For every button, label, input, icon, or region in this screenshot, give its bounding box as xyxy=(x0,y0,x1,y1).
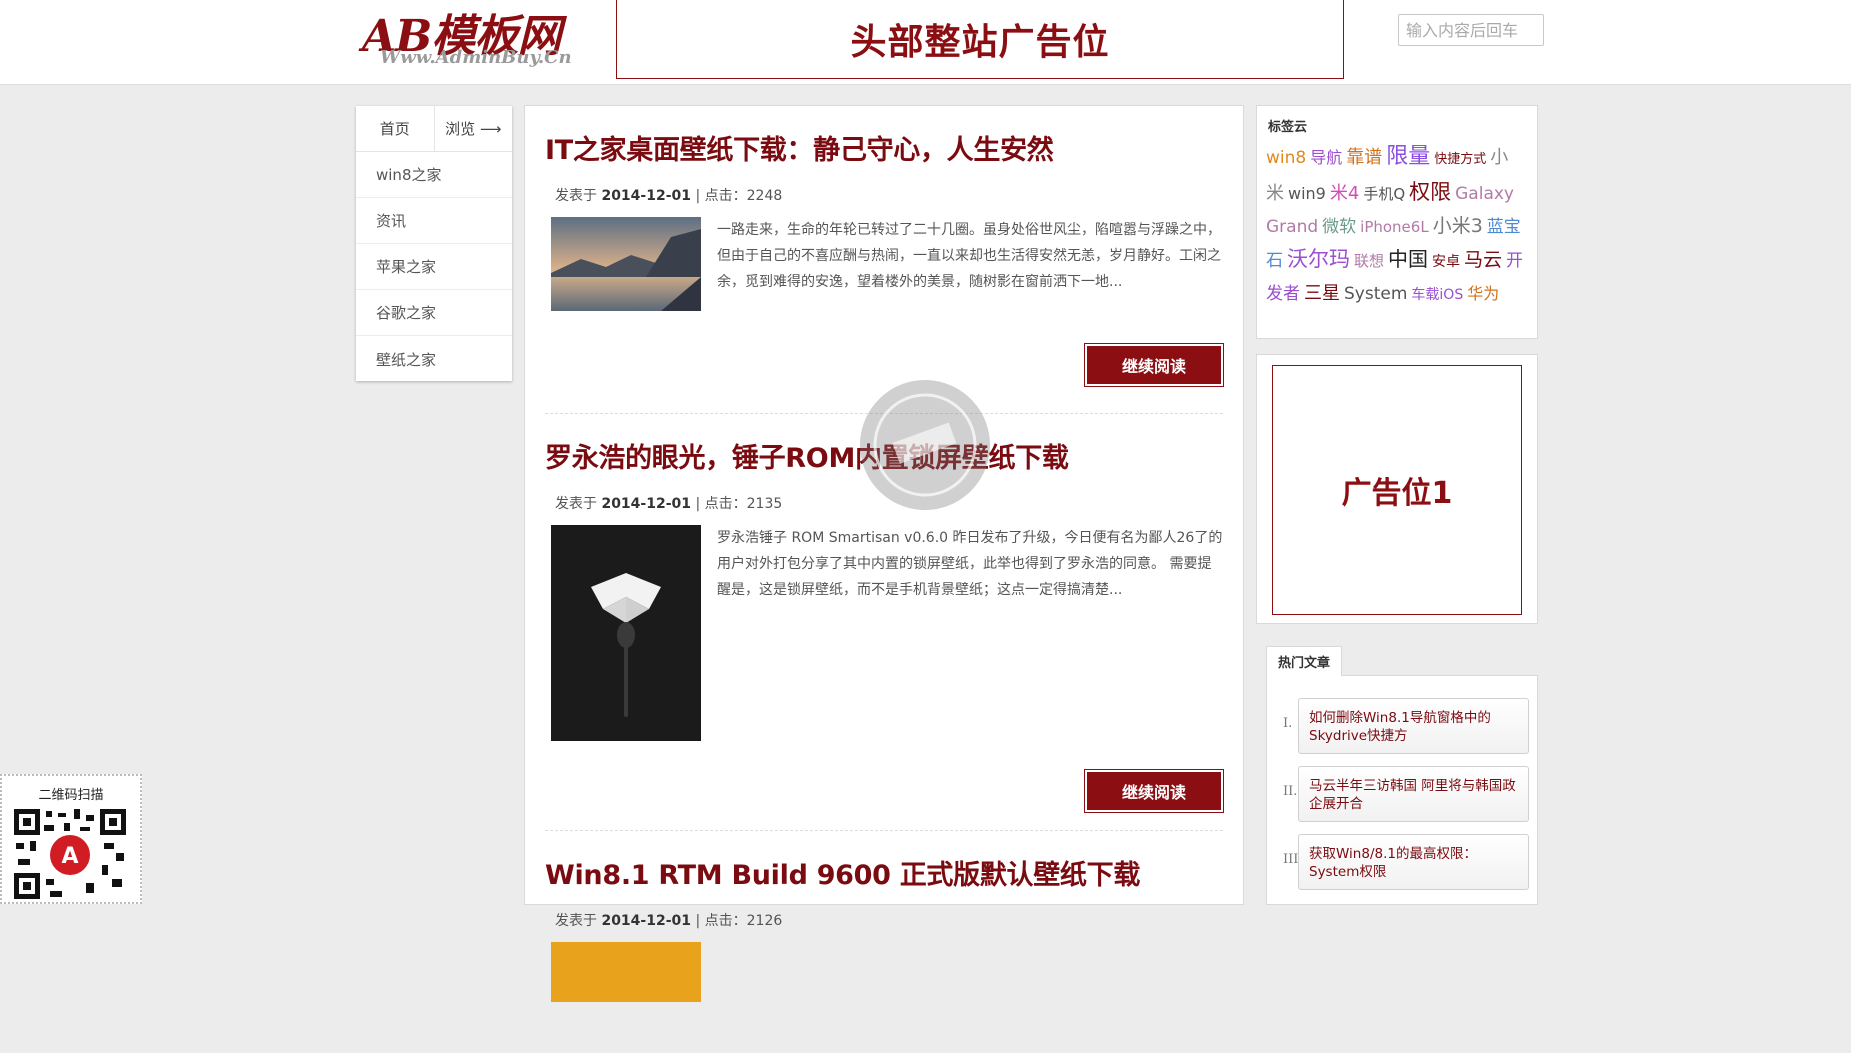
logo-subtitle: Www.AdminBuy.Cn xyxy=(380,47,572,68)
article-summary: 一路走来，生命的年轮已转过了二十几圈。虽身处俗世风尘，陷喧嚣与浮躁之中，但由于自… xyxy=(717,222,1221,290)
nav-item-news[interactable]: 资讯 xyxy=(356,198,512,244)
tag-link[interactable]: 小米3 xyxy=(1433,215,1483,237)
qr-code-widget[interactable]: 二维码扫描 A xyxy=(0,774,142,904)
nav-browse-link[interactable]: 浏览 ⟶ xyxy=(433,106,513,151)
tag-link[interactable]: 靠谱 xyxy=(1346,147,1382,168)
hot-articles-list: I. 如何删除Win8.1导航窗格中的Skydrive快捷方 II. 马云半年三… xyxy=(1266,675,1538,905)
tag-link[interactable]: 马云 xyxy=(1464,249,1502,271)
qr-code-label: 二维码扫描 xyxy=(38,788,104,803)
click-count: 2135 xyxy=(746,496,783,512)
read-more-button[interactable]: 继续阅读 xyxy=(1084,769,1224,813)
clicks-label: 点击： xyxy=(704,913,747,929)
tag-cloud-card: 标签云 win8 导航 靠谱 限量 快捷方式 小米 win9 米4 手机Q 权限 Galaxy Gr… xyxy=(1256,105,1538,339)
tag-link[interactable]: win9 xyxy=(1288,184,1326,203)
article-date: 2014-12-01 xyxy=(601,496,692,512)
tag-link[interactable]: 导航 xyxy=(1310,148,1342,167)
article-meta: 发表于 2014-12-01 | 点击：2126 xyxy=(555,910,1223,930)
tag-link[interactable]: 微软 xyxy=(1322,217,1356,237)
article-date: 2014-12-01 xyxy=(601,188,692,204)
hot-article-item: II. 马云半年三访韩国 阿里将与韩国政企展开合 xyxy=(1267,766,1539,826)
article-title[interactable]: Win8.1 RTM Build 9600 正式版默认壁纸下载 xyxy=(545,853,1223,892)
article-body: 罗永浩锤子 ROM Smartisan v0.6.0 昨日发布了升级，今日便有名… xyxy=(545,525,1223,741)
header-ad-banner[interactable]: 头部整站广告位 xyxy=(616,0,1344,79)
article-body: 一路走来，生命的年轮已转过了二十几圈。虽身处俗世风尘，陷喧嚣与浮躁之中，但由于自… xyxy=(545,217,1223,311)
nav-item-google[interactable]: 谷歌之家 xyxy=(356,290,512,336)
hot-article-number: II. xyxy=(1283,784,1298,799)
sidebar-ad-banner[interactable]: 广告位1 xyxy=(1272,365,1522,615)
click-count: 2248 xyxy=(746,188,783,204)
site-header: AB模板网 Www.AdminBuy.Cn 头部整站广告位 xyxy=(0,0,1851,85)
nav-home-link[interactable]: 首页 xyxy=(356,106,434,151)
tag-link[interactable]: 权限 xyxy=(1409,180,1451,204)
hot-article-number: I. xyxy=(1283,716,1293,731)
hot-article-link[interactable]: 马云半年三访韩国 阿里将与韩国政企展开合 xyxy=(1298,766,1529,822)
tag-link[interactable]: 手机Q xyxy=(1363,185,1405,203)
clicks-label: 点击： xyxy=(704,496,747,512)
tag-link[interactable]: 沃尔玛 xyxy=(1287,247,1350,271)
search-input[interactable] xyxy=(1398,14,1544,46)
tag-link[interactable]: iPhone6L xyxy=(1360,218,1429,236)
sidebar-ad-text: 广告位1 xyxy=(1341,476,1453,511)
site-logo[interactable]: AB模板网 Www.AdminBuy.Cn xyxy=(362,0,592,72)
article-thumbnail[interactable] xyxy=(551,217,701,311)
sidebar-ad-card: 广告位1 xyxy=(1256,354,1538,624)
article-item: IT之家桌面壁纸下载：静己守心，人生安然 发表于 2014-12-01 | 点击… xyxy=(545,128,1224,414)
meta-separator: | xyxy=(695,913,701,929)
nav-item-apple[interactable]: 苹果之家 xyxy=(356,244,512,290)
article-item: Win8.1 RTM Build 9600 正式版默认壁纸下载 发表于 2014… xyxy=(545,853,1223,1053)
article-date: 2014-12-01 xyxy=(601,913,692,929)
tag-link[interactable]: 车载iOS xyxy=(1411,287,1463,303)
tag-cloud-title: 标签云 xyxy=(1268,120,1308,135)
meta-prefix: 发表于 xyxy=(555,913,597,929)
hot-article-item: I. 如何删除Win8.1导航窗格中的Skydrive快捷方 xyxy=(1267,698,1539,758)
tag-link[interactable]: 华为 xyxy=(1467,284,1499,303)
hot-article-link[interactable]: 如何删除Win8.1导航窗格中的Skydrive快捷方 xyxy=(1298,698,1529,754)
meta-prefix: 发表于 xyxy=(555,496,597,512)
article-title[interactable]: IT之家桌面壁纸下载：静己守心，人生安然 xyxy=(545,128,1223,167)
nav-item-win8[interactable]: win8之家 xyxy=(356,152,512,198)
lake-landscape-image xyxy=(551,217,701,311)
hot-articles-tab[interactable]: 热门文章 xyxy=(1266,646,1342,676)
tag-link[interactable]: 三星 xyxy=(1304,283,1340,304)
collar-spoon-image xyxy=(551,525,701,741)
tag-link[interactable]: 米4 xyxy=(1330,183,1359,204)
meta-separator: | xyxy=(695,496,701,512)
tag-link[interactable]: 中国 xyxy=(1388,247,1428,271)
tag-link[interactable]: System xyxy=(1344,284,1407,304)
tag-link[interactable]: 快捷方式 xyxy=(1434,152,1486,167)
nav-item-wallpaper[interactable]: 壁纸之家 xyxy=(356,336,512,382)
meta-prefix: 发表于 xyxy=(555,188,597,204)
hot-article-link[interactable]: 获取Win8/8.1的最高权限：System权限 xyxy=(1298,834,1529,890)
tag-link[interactable]: 联想 xyxy=(1354,252,1384,270)
meta-separator: | xyxy=(695,188,701,204)
nav-top-row: 首页 浏览 ⟶ xyxy=(356,106,512,152)
click-count: 2126 xyxy=(746,913,783,929)
tag-link[interactable]: 安卓 xyxy=(1432,254,1460,270)
article-thumbnail[interactable] xyxy=(551,942,701,1002)
tag-link[interactable]: 限量 xyxy=(1386,144,1430,169)
article-list: IT之家桌面壁纸下载：静己守心，人生安然 发表于 2014-12-01 | 点击… xyxy=(524,105,1244,1002)
tag-link[interactable]: win8 xyxy=(1266,148,1306,168)
tag-cloud: win8 导航 靠谱 限量 快捷方式 小米 win9 米4 手机Q 权限 Galaxy Grand 微… xyxy=(1257,135,1537,311)
svg-text:A: A xyxy=(61,844,78,869)
clicks-label: 点击： xyxy=(704,188,747,204)
article-meta: 发表于 2014-12-01 | 点击：2248 xyxy=(555,185,1223,205)
read-more-button[interactable]: 继续阅读 xyxy=(1084,343,1224,387)
qr-code-icon: A xyxy=(14,809,126,899)
header-ad-text: 头部整站广告位 xyxy=(850,22,1110,63)
article-summary: 罗永浩锤子 ROM Smartisan v0.6.0 昨日发布了升级，今日便有名… xyxy=(717,530,1223,598)
article-thumbnail[interactable] xyxy=(551,525,701,741)
hot-article-item: III. 获取Win8/8.1的最高权限：System权限 xyxy=(1267,834,1539,894)
left-navigation: 首页 浏览 ⟶ win8之家 资讯 苹果之家 谷歌之家 壁纸之家 xyxy=(356,106,512,381)
